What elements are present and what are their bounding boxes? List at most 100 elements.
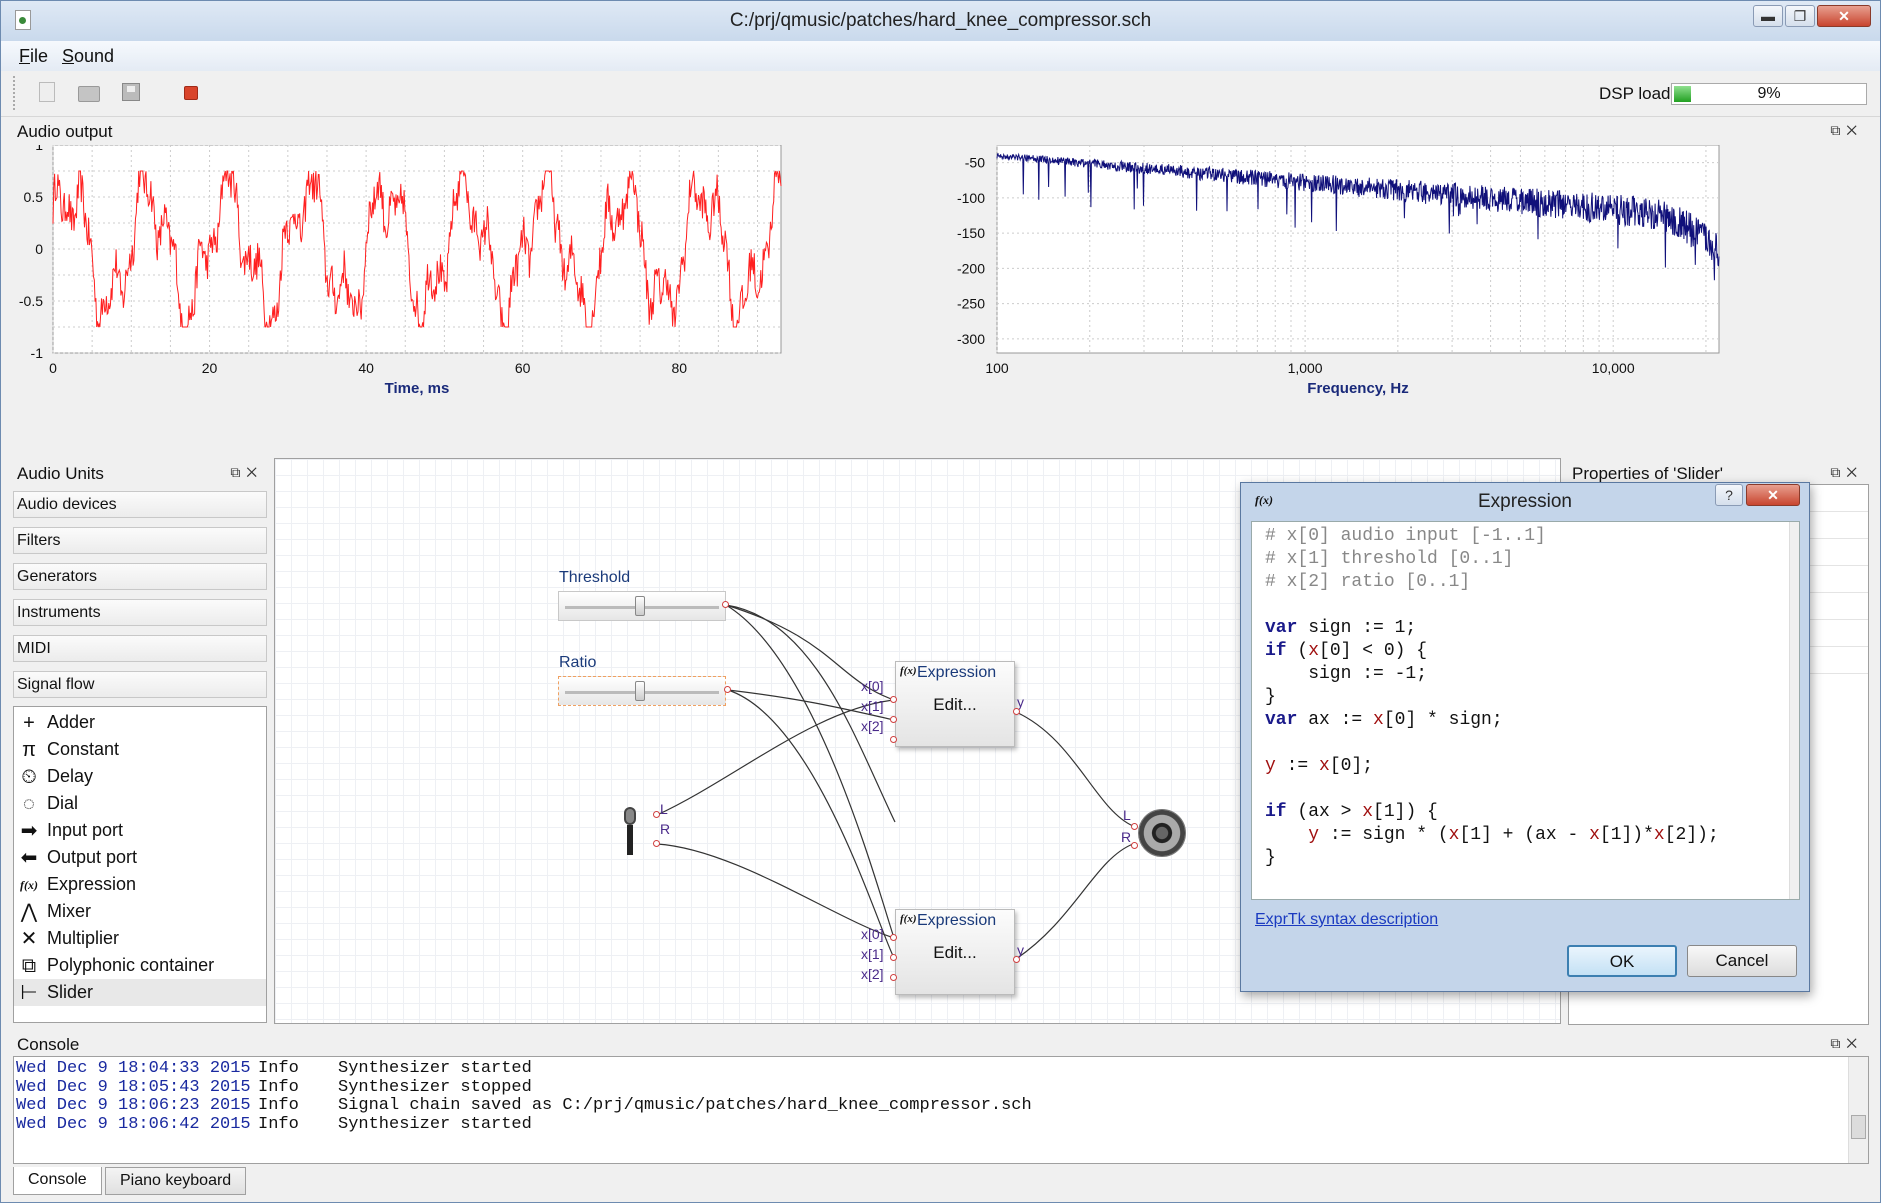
input-port-x0[interactable]	[890, 696, 897, 703]
ratio-slider[interactable]	[558, 676, 726, 706]
unit-item-expression[interactable]: f(x) Expression	[14, 871, 266, 898]
exprtk-syntax-link[interactable]: ExprTk syntax description	[1255, 911, 1438, 929]
input-port-x1[interactable]	[890, 716, 897, 723]
mic-output-port-r[interactable]	[653, 840, 660, 847]
speaker-input-port-r[interactable]	[1131, 842, 1138, 849]
maximize-button[interactable]: ❐	[1785, 5, 1815, 27]
threshold-output-port[interactable]	[722, 601, 729, 608]
tab-console[interactable]: Console	[13, 1167, 102, 1195]
dialog-close-button[interactable]: ✕	[1746, 484, 1800, 506]
minimize-button[interactable]: ▬	[1753, 5, 1783, 27]
category-midi[interactable]: MIDI	[13, 635, 267, 662]
expression-unit-bottom[interactable]: f(x) Expression Edit...	[895, 909, 1015, 995]
console-level: Info	[258, 1096, 299, 1115]
cancel-button[interactable]: Cancel	[1687, 945, 1797, 977]
unit-item-dial[interactable]: ◌ Dial	[14, 790, 266, 817]
mic-output-port-l[interactable]	[653, 811, 660, 818]
console-title[interactable]: Console ⧉✕	[11, 1032, 1869, 1058]
x-tick-label: 10,000	[1592, 360, 1635, 376]
input-port-x0[interactable]	[890, 934, 897, 941]
dock-float-close-icons[interactable]: ⧉✕	[230, 464, 263, 481]
menu-sound[interactable]: Sound	[62, 46, 114, 67]
input-port-x2[interactable]	[890, 736, 897, 743]
threshold-slider[interactable]	[558, 591, 726, 621]
y-tick-label: 1	[35, 145, 43, 153]
unit-item-adder[interactable]: + Adder	[14, 709, 266, 736]
scrollbar-thumb[interactable]	[1851, 1115, 1866, 1139]
unit-item-delay[interactable]: ⏲ Delay	[14, 763, 266, 790]
speaker-icon[interactable]	[1138, 809, 1186, 857]
category-signal-flow[interactable]: Signal flow	[13, 671, 267, 698]
x-tick-label: 80	[671, 360, 687, 376]
audio-units-title[interactable]: Audio Units ⧉✕	[11, 461, 269, 487]
microphone-icon[interactable]	[620, 807, 640, 857]
unit-item-label: Multiplier	[47, 928, 120, 948]
audio-output-title[interactable]: Audio output ⧉✕	[11, 119, 1869, 145]
port-label-x0: x[0]	[861, 678, 884, 694]
unit-item-output-port[interactable]: ⬅ Output port	[14, 844, 266, 871]
console-log[interactable]: Wed Dec 9 18:04:33 2015 Info Synthesizer s…	[13, 1056, 1869, 1164]
save-icon	[122, 83, 140, 101]
console-message: Synthesizer started	[338, 1059, 532, 1078]
unit-item-mixer[interactable]: ⋀ Mixer	[14, 898, 266, 925]
code-line: y := sign * (x[1] + (ax - x[1])*x[2]);	[1308, 825, 1719, 845]
x-axis-title: Frequency, Hz	[1307, 380, 1408, 397]
toolbar: DSP load 9%	[1, 71, 1880, 117]
dock-float-close-icons[interactable]: ⧉✕	[1830, 464, 1863, 481]
x-tick-label: 40	[358, 360, 374, 376]
ratio-slider-thumb[interactable]	[635, 681, 646, 701]
mixer-icon: ⋀	[20, 901, 38, 923]
input-port-x1[interactable]	[890, 954, 897, 961]
unit-item-constant[interactable]: π Constant	[14, 736, 266, 763]
help-button[interactable]: ?	[1715, 484, 1743, 506]
ratio-caption: Ratio	[559, 654, 597, 671]
expression-dialog-titlebar[interactable]: f(x) Expression ? ✕	[1241, 483, 1809, 519]
toolbar-grip[interactable]	[13, 76, 16, 110]
input-port-icon: ➡	[20, 820, 38, 842]
open-button[interactable]	[75, 79, 103, 107]
dsp-load-bar: 9%	[1671, 83, 1867, 105]
stop-button[interactable]	[177, 79, 205, 107]
save-button[interactable]	[117, 79, 145, 107]
audio-output-title-text: Audio output	[17, 122, 113, 141]
input-port-x2[interactable]	[890, 974, 897, 981]
unit-item-multiplier[interactable]: ✕ Multiplier	[14, 925, 266, 952]
dial-icon: ◌	[23, 793, 35, 815]
category-generators[interactable]: Generators	[13, 563, 267, 590]
port-label-x2: x[2]	[861, 966, 884, 982]
output-port-y[interactable]	[1013, 708, 1020, 715]
expression-edit-button[interactable]: Edit...	[896, 943, 1014, 963]
ratio-output-port[interactable]	[724, 686, 731, 693]
speaker-port-label-r: R	[1121, 829, 1132, 845]
close-button[interactable]: ✕	[1817, 5, 1871, 27]
title-bar[interactable]: C:/prj/qmusic/patches/hard_knee_compress…	[1, 1, 1880, 41]
console-line: Wed Dec 9 18:05:43 2015 Info Synthesizer s…	[16, 1078, 532, 1097]
console-scrollbar[interactable]	[1848, 1057, 1868, 1163]
menu-file[interactable]: File	[19, 46, 48, 67]
expression-edit-button[interactable]: Edit...	[896, 695, 1014, 715]
expression-code-editor[interactable]: # x[0] audio input [-1..1] # x[1] thresho…	[1251, 521, 1800, 900]
tab-piano-keyboard[interactable]: Piano keyboard	[105, 1167, 247, 1195]
dock-float-close-icons[interactable]: ⧉✕	[1830, 1035, 1863, 1052]
window-title: C:/prj/qmusic/patches/hard_knee_compress…	[729, 10, 1152, 31]
main-window: C:/prj/qmusic/patches/hard_knee_compress…	[0, 0, 1881, 1203]
menu-bar: File Sound	[1, 41, 1880, 71]
unit-item-label: Adder	[47, 712, 96, 732]
new-button[interactable]	[33, 79, 61, 107]
unit-item-polyphonic-container[interactable]: ⧉ Polyphonic container	[14, 952, 266, 979]
dock-float-close-icons[interactable]: ⧉✕	[1830, 122, 1863, 139]
code-scrollbar[interactable]	[1789, 522, 1799, 899]
category-instruments[interactable]: Instruments	[13, 599, 267, 626]
speaker-input-port-l[interactable]	[1131, 823, 1138, 830]
output-port-y[interactable]	[1013, 956, 1020, 963]
plot-area	[996, 145, 1720, 354]
expression-unit-top[interactable]: f(x) Expression Edit...	[895, 661, 1015, 747]
ok-button[interactable]: OK	[1567, 945, 1677, 977]
console-level: Info	[258, 1077, 299, 1097]
unit-item-slider[interactable]: ⊢ Slider	[14, 979, 266, 1006]
category-audio-devices[interactable]: Audio devices	[13, 491, 267, 518]
unit-item-input-port[interactable]: ➡ Input port	[14, 817, 266, 844]
threshold-slider-thumb[interactable]	[635, 596, 646, 616]
category-filters[interactable]: Filters	[13, 527, 267, 554]
multiplier-icon: ✕	[20, 928, 38, 950]
